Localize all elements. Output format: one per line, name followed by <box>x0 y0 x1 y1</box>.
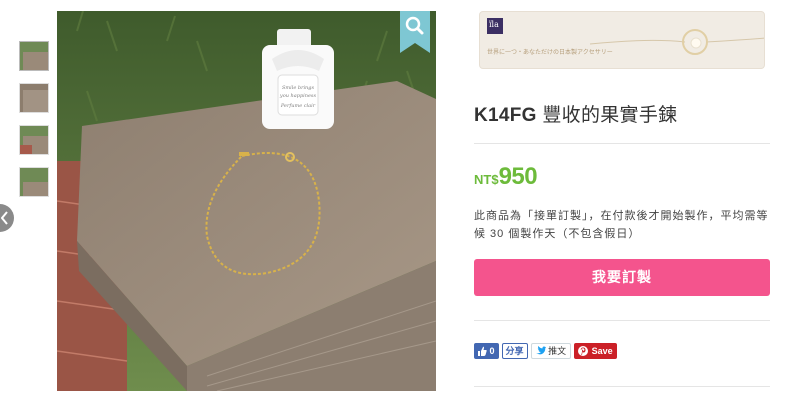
product-price: NT$950 <box>474 163 538 191</box>
main-product-image[interactable]: Smile brings you happiness Perfume clair <box>57 11 436 391</box>
tweet-button[interactable]: 推文 <box>530 343 572 359</box>
product-title: K14FG 豐收的果實手鍊 <box>474 100 677 127</box>
like-count: 0 <box>489 346 495 356</box>
brand-logo-text: ɪ̈la <box>489 20 499 29</box>
svg-text:Smile brings: Smile brings <box>282 85 315 91</box>
pin-label: Save <box>591 346 613 356</box>
order-button[interactable]: 我要訂製 <box>474 259 770 296</box>
product-name: 豐收的果實手鍊 <box>542 105 678 126</box>
price-amount: 950 <box>498 163 538 190</box>
thumbnail-4[interactable] <box>19 167 49 197</box>
product-page: Smile brings you happiness Perfume clair <box>0 0 800 402</box>
divider <box>474 386 770 387</box>
pinterest-icon <box>578 346 589 356</box>
thumbnail-1[interactable] <box>19 41 49 71</box>
divider <box>474 320 770 321</box>
social-share-bar: 0 分享 推文 Save <box>474 343 620 359</box>
thumbnail-2[interactable] <box>19 83 49 113</box>
zoom-button[interactable] <box>400 11 430 53</box>
thumbs-up-icon <box>478 346 487 356</box>
svg-text:Perfume clair: Perfume clair <box>280 103 316 109</box>
svg-text:you happiness: you happiness <box>279 93 317 99</box>
pinterest-save-button[interactable]: Save <box>574 343 617 359</box>
facebook-like-button[interactable]: 0 <box>474 343 499 359</box>
facebook-share-button[interactable]: 分享 <box>501 343 528 359</box>
banner-tagline: 世界に一つ・あなただけの日本製アクセサリー <box>487 50 613 56</box>
divider <box>474 143 770 144</box>
price-currency: NT$ <box>474 172 499 187</box>
chevron-left-icon <box>1 211 8 225</box>
tweet-label: 推文 <box>548 346 567 356</box>
thumbnail-list <box>19 41 49 209</box>
zoom-icon <box>400 11 430 53</box>
product-code: K14FG <box>474 105 537 126</box>
twitter-icon <box>535 346 546 355</box>
thumbnail-3[interactable] <box>19 125 49 155</box>
made-to-order-note: 此商品為「接單訂製」，在付款後才開始製作，平均需等候 30 個製作天（不包含假日… <box>474 210 769 240</box>
carousel-prev-button[interactable] <box>0 204 14 232</box>
brand-banner[interactable]: ɪ̈la 世界に一つ・あなただけの日本製アクセサリー <box>479 11 765 69</box>
